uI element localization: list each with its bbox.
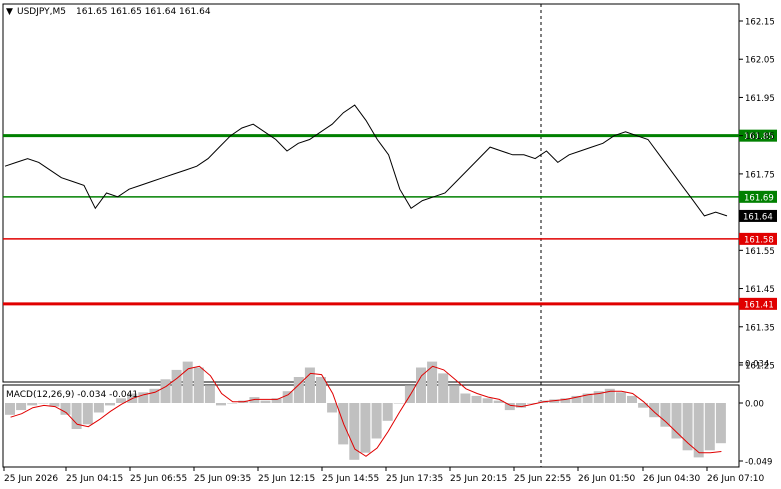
macd-bar <box>204 385 215 403</box>
time-tick-label: 25 Jun 09:35 <box>194 474 251 484</box>
macd-bar <box>360 403 371 453</box>
price-pane[interactable] <box>2 3 740 383</box>
macd-tick-label: 0.00 <box>745 400 764 410</box>
macd-bar <box>460 393 471 403</box>
macd-bar <box>260 400 271 403</box>
price-tick-label: 161.75 <box>745 170 775 180</box>
time-tick-label: 25 Jun 2026 <box>4 474 58 484</box>
macd-bar <box>316 377 326 403</box>
time-tick-label: 25 Jun 06:55 <box>130 474 187 484</box>
macd-bar <box>382 403 393 421</box>
macd-bar <box>193 367 204 403</box>
macd-bar <box>160 379 171 403</box>
time-tick-label: 25 Jun 14:55 <box>322 474 379 484</box>
macd-bar <box>227 403 238 404</box>
triangle-down-icon[interactable]: ▼ <box>6 7 13 17</box>
price-tick-label: 161.45 <box>745 285 775 295</box>
time-axis: 25 Jun 2026 25 Jun 04:15 25 Jun 06:55 25 Ju… <box>3 467 764 484</box>
macd-bar <box>105 403 115 406</box>
price-tick-label: 161.55 <box>745 247 775 257</box>
level-label: 161.58 <box>744 235 774 245</box>
macd-bar <box>27 403 38 406</box>
level-label: 161.69 <box>744 193 774 203</box>
price-tick-label: 161.95 <box>745 94 775 104</box>
macd-bar <box>171 369 182 403</box>
symbol-label: USDJPY,M5 <box>17 7 66 17</box>
time-tick-label: 26 Jun 07:10 <box>707 474 764 484</box>
macd-bar <box>216 403 226 406</box>
price-tick-label: 161.85 <box>745 132 775 142</box>
price-tick-label: 162.15 <box>745 18 775 28</box>
macd-bar <box>38 403 49 404</box>
ohlc-values: 161.65 161.65 161.64 161.64 <box>76 7 211 17</box>
macd-bar <box>704 403 715 451</box>
time-tick-label: 26 Jun 01:50 <box>578 474 635 484</box>
macd-tick-label: -0.049 <box>745 458 772 468</box>
macd-bar <box>715 403 726 444</box>
macd-axis: 0.034 0.00 -0.049 <box>739 359 772 468</box>
time-tick-label: 26 Jun 04:30 <box>643 474 700 484</box>
time-tick-label: 25 Jun 20:15 <box>450 474 507 484</box>
price-tick-label: 161.35 <box>745 323 775 333</box>
time-tick-label: 25 Jun 17:35 <box>386 474 443 484</box>
macd-bar <box>671 403 682 439</box>
macd-bar <box>327 403 338 413</box>
macd-bar <box>5 403 15 415</box>
macd-bar <box>16 403 27 411</box>
macd-bar <box>438 373 449 403</box>
macd-bar <box>638 403 649 408</box>
macd-bar <box>427 361 438 403</box>
price-tick-current: 161.64 <box>743 212 773 222</box>
level-label: 161.41 <box>744 300 774 310</box>
macd-bar <box>393 403 404 404</box>
macd-tick-label: 0.034 <box>745 359 769 369</box>
macd-bar <box>282 391 293 403</box>
macd-bar <box>627 395 637 403</box>
trading-chart[interactable]: 161.85 161.69 161.58 161.41 ▼ USDJPY,M5 161… <box>0 0 781 489</box>
time-tick-label: 25 Jun 04:15 <box>66 474 123 484</box>
macd-bar <box>482 398 493 403</box>
macd-bar <box>82 403 93 425</box>
macd-bar <box>93 403 104 413</box>
macd-bar <box>60 403 71 415</box>
macd-title: MACD(12,26,9) -0.034 -0.041 <box>6 390 138 400</box>
macd-bar <box>471 395 482 403</box>
time-tick-label: 25 Jun 22:55 <box>514 474 571 484</box>
time-tick-label: 25 Jun 12:15 <box>258 474 315 484</box>
macd-bar <box>304 367 315 403</box>
macd-bar <box>371 403 382 439</box>
macd-bar <box>615 392 626 403</box>
macd-bar <box>449 385 460 403</box>
price-tick-label: 162.05 <box>745 56 775 66</box>
macd-bar <box>660 403 671 427</box>
macd-bar <box>504 403 515 411</box>
